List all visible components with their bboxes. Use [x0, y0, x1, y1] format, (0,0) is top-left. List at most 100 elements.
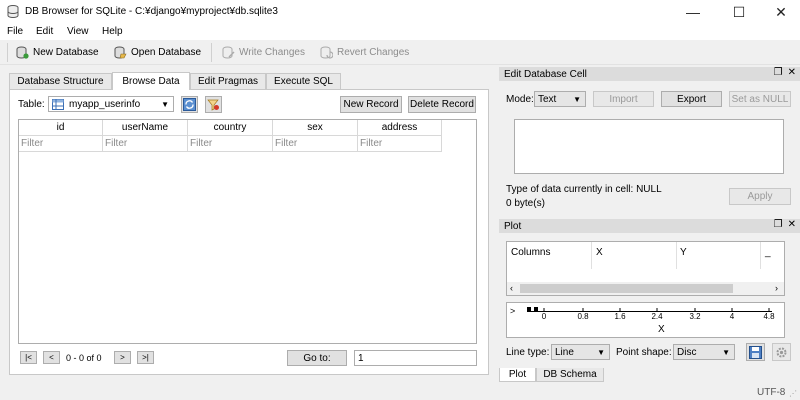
close-button[interactable]: ✕	[762, 0, 800, 24]
x-tick-label: 2.4	[651, 312, 663, 321]
close-dock-icon[interactable]: ✕	[788, 67, 796, 78]
column-header-username[interactable]: userName	[103, 120, 188, 136]
plot-header-extra[interactable]: _	[765, 247, 771, 258]
next-record-button[interactable]: >	[114, 351, 131, 364]
filter-input-sex[interactable]: Filter	[273, 136, 358, 152]
chevron-down-icon: ▼	[161, 100, 169, 109]
chevron-down-icon: ▼	[722, 348, 730, 357]
x-axis-label: X	[658, 324, 665, 335]
column-header-address[interactable]: address	[358, 120, 442, 136]
save-plot-button[interactable]	[746, 343, 765, 361]
cell-size-info: 0 byte(s)	[506, 198, 545, 209]
plot-header-columns[interactable]: Columns	[511, 247, 550, 258]
first-record-button[interactable]: |<	[20, 351, 37, 364]
column-header-sex[interactable]: sex	[273, 120, 358, 136]
column-divider	[676, 242, 677, 269]
plot-area[interactable]: > 0 0.8 1.6 2.4 3.2 4 4.8 X	[506, 302, 785, 338]
cell-editor[interactable]	[514, 119, 784, 174]
open-database-label: Open Database	[131, 47, 202, 58]
refresh-button[interactable]	[181, 96, 198, 113]
filter-input-address[interactable]: Filter	[358, 136, 442, 152]
scroll-right-icon[interactable]: ›	[775, 283, 778, 293]
column-divider	[591, 242, 592, 269]
chevron-down-icon: ▼	[573, 95, 581, 104]
open-database-button[interactable]: Open Database	[114, 44, 201, 61]
plot-header-y[interactable]: Y	[680, 247, 687, 258]
menu-edit[interactable]: Edit	[36, 26, 53, 37]
new-database-button[interactable]: New Database	[16, 44, 99, 61]
close-dock-icon[interactable]: ✕	[788, 219, 796, 230]
toolbar-grip	[7, 43, 8, 62]
database-app-icon	[7, 5, 19, 18]
refresh-icon	[183, 98, 196, 111]
plot-dock-title: Plot ❐ ✕	[499, 219, 800, 233]
goto-button[interactable]: Go to:	[287, 350, 347, 366]
tab-execute-sql[interactable]: Execute SQL	[266, 73, 341, 89]
set-null-button[interactable]: Set as NULL	[729, 91, 791, 107]
plot-horizontal-scrollbar[interactable]: ‹ ›	[507, 282, 784, 295]
new-database-label: New Database	[33, 47, 99, 58]
revert-changes-label: Revert Changes	[337, 47, 410, 58]
minimize-button[interactable]: —	[670, 0, 716, 24]
export-button[interactable]: Export	[661, 91, 722, 107]
table-select-value: myapp_userinfo	[69, 98, 141, 110]
revert-changes-icon	[320, 46, 333, 59]
write-changes-icon	[222, 46, 235, 59]
window-title: DB Browser for SQLite - C:¥django¥myproj…	[25, 6, 278, 17]
filter-input-id[interactable]: Filter	[19, 136, 103, 152]
mode-select-value: Text	[538, 93, 557, 105]
write-changes-label: Write Changes	[239, 47, 305, 58]
point-shape-select[interactable]: Disc ▼	[673, 344, 735, 360]
filter-input-country[interactable]: Filter	[188, 136, 273, 152]
y-axis-arrow-icon: >	[510, 306, 516, 316]
x-tick-label: 4.8	[763, 312, 775, 321]
scroll-left-icon[interactable]: ‹	[510, 283, 513, 293]
edit-cell-title: Edit Database Cell	[504, 68, 587, 80]
column-divider	[760, 242, 761, 269]
menu-file[interactable]: File	[7, 26, 23, 37]
point-shape-label: Point shape:	[616, 347, 672, 358]
clear-filters-button[interactable]	[205, 96, 222, 113]
float-dock-icon[interactable]: ❐	[774, 67, 783, 78]
previous-record-button[interactable]: <	[43, 351, 60, 364]
menu-bar: File Edit View Help	[0, 24, 800, 40]
save-plot-icon	[749, 345, 762, 359]
encoding-status: UTF-8	[757, 387, 786, 398]
delete-record-button[interactable]: Delete Record	[408, 96, 476, 113]
table-select[interactable]: myapp_userinfo ▼	[48, 96, 174, 112]
cell-type-info: Type of data currently in cell: NULL	[506, 184, 662, 195]
toolbar: New Database Open Database Write Changes…	[0, 40, 800, 65]
float-dock-icon[interactable]: ❐	[774, 219, 783, 230]
mode-label: Mode:	[506, 94, 534, 105]
scrollbar-thumb[interactable]	[520, 284, 733, 293]
filter-input-username[interactable]: Filter	[103, 136, 188, 152]
tab-edit-pragmas[interactable]: Edit Pragmas	[190, 73, 266, 89]
column-header-id[interactable]: id	[19, 120, 103, 136]
import-button[interactable]: Import	[593, 91, 654, 107]
write-changes-button[interactable]: Write Changes	[222, 44, 305, 61]
revert-changes-button[interactable]: Revert Changes	[320, 44, 409, 61]
menu-view[interactable]: View	[67, 26, 89, 37]
gear-icon	[776, 347, 787, 357]
apply-button[interactable]: Apply	[729, 188, 791, 205]
data-table: id userName country sex address Filter F…	[18, 119, 477, 344]
column-header-country[interactable]: country	[188, 120, 273, 136]
mode-select[interactable]: Text ▼	[534, 91, 586, 107]
new-record-button[interactable]: New Record	[340, 96, 402, 113]
menu-help[interactable]: Help	[102, 26, 123, 37]
goto-input[interactable]: 1	[354, 350, 477, 366]
plot-settings-button[interactable]	[772, 343, 791, 361]
resize-grip-icon[interactable]: ⋰	[789, 389, 797, 398]
maximize-button[interactable]: ☐	[716, 0, 762, 24]
tab-database-structure[interactable]: Database Structure	[9, 73, 112, 89]
dock-tab-db-schema[interactable]: DB Schema	[536, 368, 604, 382]
record-count: 0 - 0 of 0	[66, 353, 102, 363]
plot-header-x[interactable]: X	[596, 247, 603, 258]
status-bar: UTF-8 ⋰	[0, 384, 800, 400]
x-tick-label: 0	[541, 312, 547, 321]
x-tick-label: 1.6	[614, 312, 626, 321]
line-type-select[interactable]: Line ▼	[551, 344, 610, 360]
tab-browse-data[interactable]: Browse Data	[112, 72, 190, 90]
dock-tab-plot[interactable]: Plot	[499, 368, 536, 382]
last-record-button[interactable]: >|	[137, 351, 154, 364]
